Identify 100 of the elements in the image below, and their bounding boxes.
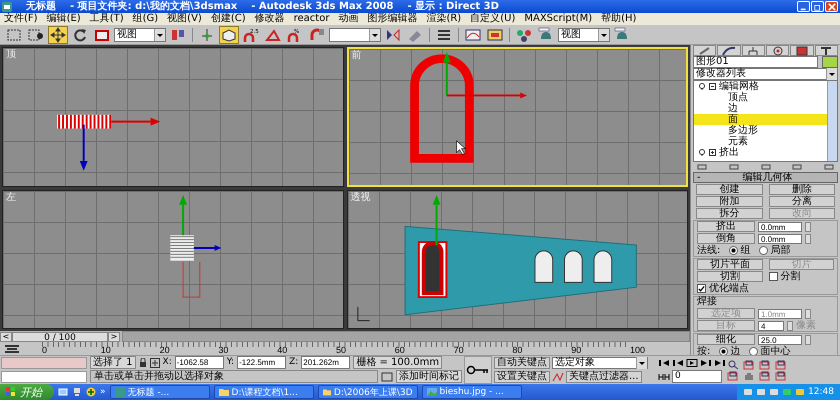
- stack-item[interactable]: 编辑网格: [694, 81, 827, 92]
- folder-icon[interactable]: [218, 387, 229, 397]
- hierarchy-tab[interactable]: [742, 45, 765, 56]
- sub-object-item[interactable]: 元素: [694, 136, 827, 147]
- object-name-field[interactable]: 图形01: [693, 56, 818, 68]
- object-color-swatch[interactable]: [822, 56, 838, 68]
- restore-button[interactable]: [811, 1, 824, 12]
- toolbar-dropdown[interactable]: [329, 28, 381, 42]
- command-button[interactable]: 挤出: [697, 221, 755, 232]
- plus-circle-icon[interactable]: [86, 387, 96, 397]
- menu-item[interactable]: 帮助(H): [601, 13, 636, 25]
- filter-icon[interactable]: [4, 344, 20, 354]
- go-to-end-icon[interactable]: [714, 358, 726, 366]
- lightbulb-icon[interactable]: [698, 148, 706, 156]
- minimize-button[interactable]: [797, 1, 810, 12]
- z-coordinate-field[interactable]: 201.262m: [301, 356, 350, 369]
- command-button[interactable]: 细化: [697, 334, 755, 345]
- radio-button[interactable]: 局部: [759, 246, 790, 256]
- modify-tab[interactable]: [717, 45, 741, 56]
- command-button[interactable]: 倒角: [697, 233, 755, 244]
- set-key-icon[interactable]: [464, 356, 492, 384]
- command-button[interactable]: 分离: [768, 196, 835, 207]
- menu-item[interactable]: 动画: [338, 13, 358, 25]
- folder-icon[interactable]: [322, 387, 331, 397]
- sub-object-item[interactable]: 边: [694, 103, 827, 114]
- more-button[interactable]: »: [100, 387, 106, 397]
- sub-object-item[interactable]: 顶点: [694, 92, 827, 103]
- time-tag-icon[interactable]: [381, 372, 393, 382]
- radio-button[interactable]: 边: [719, 346, 740, 355]
- spinner-arrows[interactable]: [805, 308, 811, 318]
- expand-icon[interactable]: [709, 149, 716, 156]
- spinner-arrows[interactable]: [805, 334, 811, 344]
- menu-item[interactable]: MAXScript(M): [524, 13, 592, 25]
- radio-dot[interactable]: [729, 246, 738, 255]
- menu-item[interactable]: 修改器: [254, 13, 285, 25]
- key-filters-button[interactable]: 关键点过滤器...: [566, 370, 642, 382]
- computer-icon[interactable]: [72, 387, 82, 397]
- close-icon[interactable]: [828, 2, 836, 10]
- stack-scrollbar[interactable]: [827, 81, 837, 161]
- lock-icon[interactable]: [138, 358, 147, 367]
- radio-button[interactable]: 组: [729, 246, 750, 256]
- checkbox[interactable]: [768, 272, 778, 281]
- previous-key-icon[interactable]: [672, 358, 684, 366]
- caret-icon[interactable]: [154, 28, 165, 40]
- display-tab[interactable]: [790, 45, 814, 56]
- menu-item[interactable]: 渲染(R): [426, 13, 462, 25]
- radio-button[interactable]: 面中心: [749, 346, 790, 355]
- current-frame-field[interactable]: 0: [672, 370, 722, 383]
- create-tab[interactable]: [693, 45, 716, 56]
- toolbar-dropdown[interactable]: 视图: [558, 28, 610, 42]
- restore-icon[interactable]: [814, 2, 822, 10]
- absolute-mode-icon[interactable]: [150, 358, 160, 368]
- time-slider-thumb[interactable]: 0 / 100: [12, 332, 108, 342]
- taskbar-button[interactable]: 无标题 -...: [110, 385, 210, 399]
- zoom-icon[interactable]: [726, 360, 740, 370]
- collapse-icon[interactable]: [709, 83, 716, 90]
- set-key-button[interactable]: 设置关键点: [494, 370, 550, 382]
- menu-item[interactable]: 图形编辑器: [367, 13, 418, 25]
- go-to-start-icon[interactable]: [658, 358, 670, 366]
- spinner-field[interactable]: 0.0mm: [758, 234, 802, 244]
- menu-item[interactable]: 编辑(E): [46, 13, 81, 25]
- checkbox[interactable]: [697, 284, 706, 293]
- command-button[interactable]: 切割: [697, 271, 762, 282]
- close-button[interactable]: [825, 1, 838, 12]
- command-button[interactable]: 创建: [696, 184, 762, 195]
- rollout-header[interactable]: - 编辑几何体: [693, 172, 838, 183]
- motion-tab[interactable]: [766, 45, 790, 56]
- key-target-dropdown[interactable]: 选定对象: [552, 356, 648, 368]
- modify-tab-icon[interactable]: [720, 46, 737, 56]
- spinner-field[interactable]: 0.0mm: [758, 222, 802, 232]
- menu-item[interactable]: 创建(C): [210, 13, 246, 25]
- utility-tab[interactable]: [814, 45, 838, 56]
- x-coordinate-field[interactable]: -1062.58: [174, 356, 224, 369]
- sub-object-item[interactable]: 多边形: [694, 125, 827, 136]
- key-curve-icon[interactable]: [552, 372, 564, 382]
- next-frame-button[interactable]: >: [108, 332, 120, 342]
- taskbar-button[interactable]: D:\2006年上课\3D: [318, 385, 418, 399]
- previous-frame-button[interactable]: <: [0, 332, 12, 342]
- play-icon[interactable]: [686, 358, 698, 366]
- menu-item[interactable]: 文件(F): [4, 13, 38, 25]
- radio-dot[interactable]: [749, 347, 758, 355]
- caret-icon[interactable]: [369, 28, 380, 40]
- spinner-arrows[interactable]: [787, 320, 793, 330]
- caret-icon[interactable]: [826, 68, 837, 80]
- display-tab-icon[interactable]: [794, 46, 810, 56]
- toolbar-dropdown[interactable]: 视图: [114, 28, 166, 42]
- add-time-tag-button[interactable]: 添加时间标记: [396, 370, 462, 383]
- spinner-field[interactable]: 25.0: [758, 334, 802, 344]
- caret-icon[interactable]: [598, 28, 609, 40]
- modifier-list-dropdown[interactable]: 修改器列表: [693, 68, 838, 80]
- maxscript-listener-field[interactable]: [1, 371, 87, 383]
- menu-item[interactable]: reactor: [294, 13, 330, 25]
- radio-dot[interactable]: [719, 347, 728, 355]
- command-button[interactable]: 删除: [768, 184, 835, 195]
- desktop-icon[interactable]: [58, 387, 68, 397]
- stack-item[interactable]: 挤出: [694, 147, 827, 158]
- menu-item[interactable]: 视图(V): [167, 13, 202, 25]
- key-mode-icon[interactable]: [658, 372, 670, 380]
- radio-dot[interactable]: [759, 246, 768, 255]
- command-button[interactable]: 拆分: [696, 208, 762, 219]
